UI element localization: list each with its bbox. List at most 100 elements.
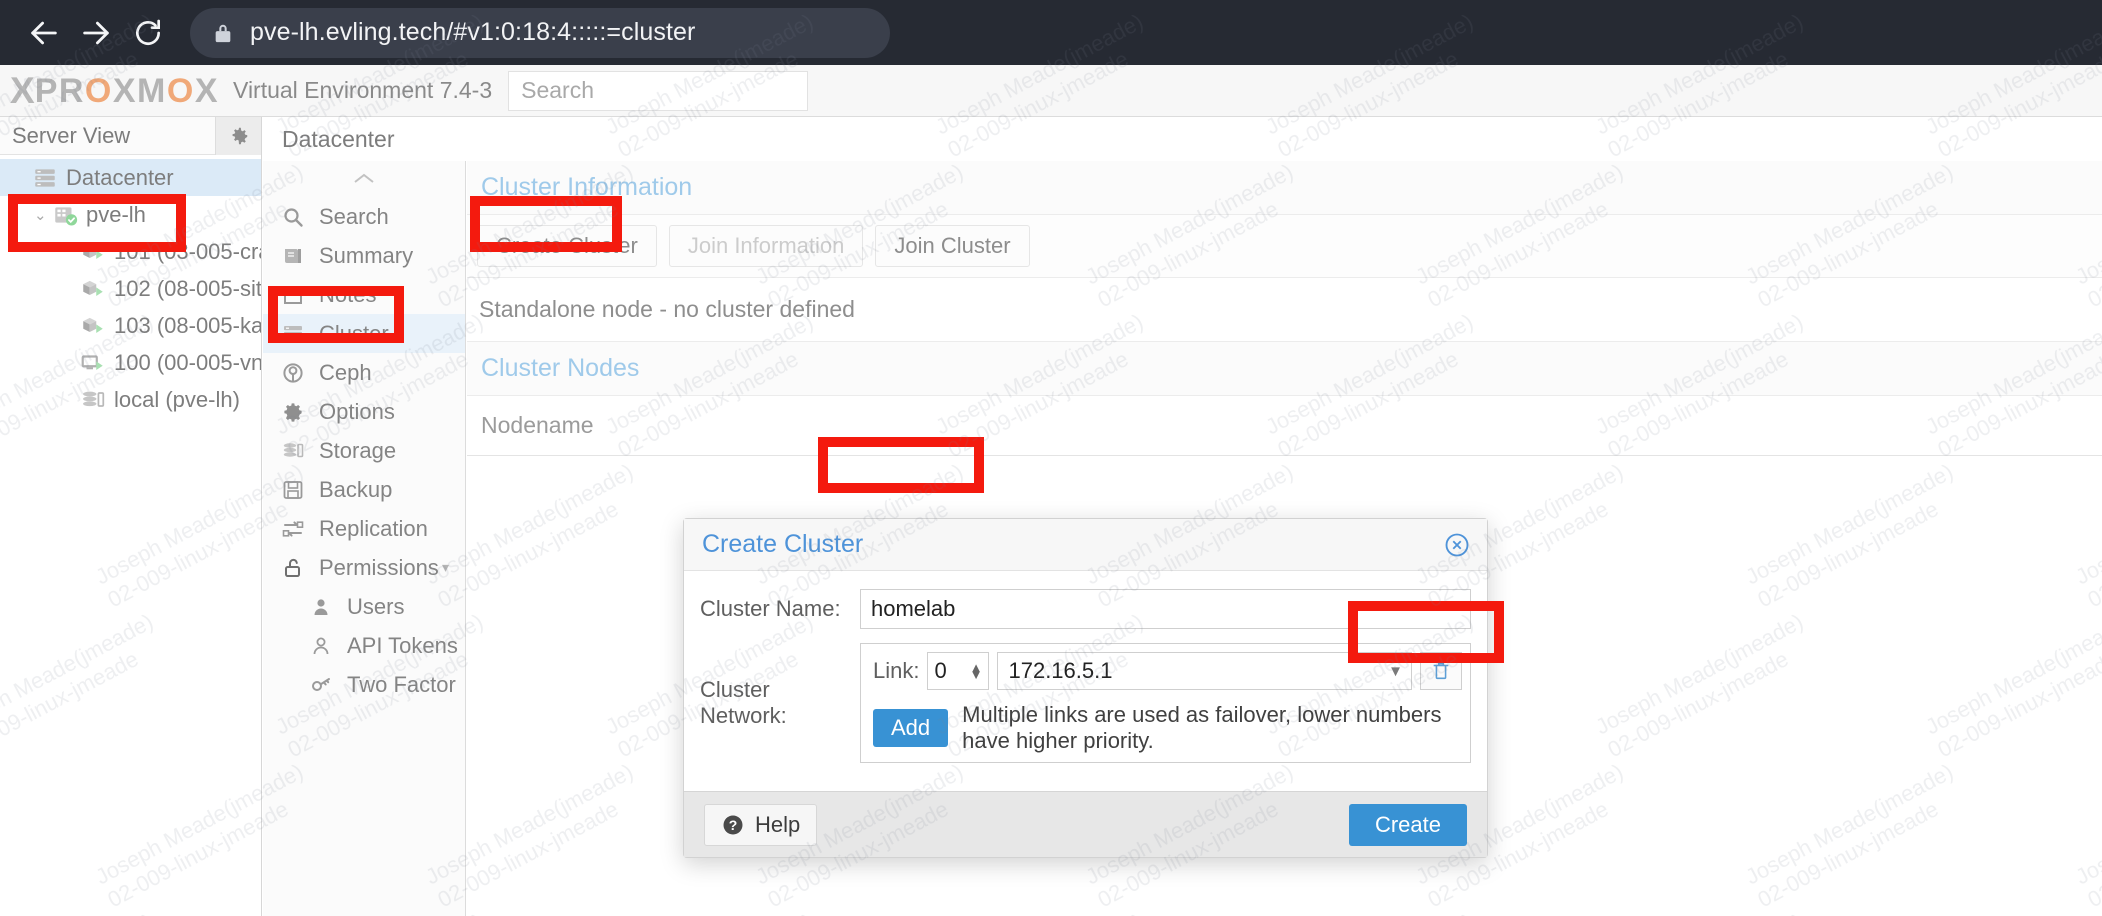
dialog-title: Create Cluster	[702, 530, 864, 558]
logo-x2: X	[194, 71, 220, 110]
nav-item-replication[interactable]: Replication	[263, 509, 465, 548]
tree-item-103-08-005-kali[interactable]: 103 (08-005-kali)	[0, 307, 261, 344]
tree-item-pve-lh[interactable]: ⌄ pve-lh	[0, 196, 261, 233]
vm-icon	[80, 350, 106, 376]
nav-item-backup[interactable]: Backup	[263, 470, 465, 509]
ceph-icon	[281, 361, 311, 385]
nav-item-label: Storage	[319, 437, 397, 463]
help-label: Help	[755, 811, 801, 837]
nav-item-label: Options	[319, 398, 395, 424]
storage-icon	[80, 387, 106, 413]
reload-button[interactable]	[122, 7, 174, 59]
address-bar[interactable]: pve-lh.evling.tech/#v1:0:18:4:::::=clust…	[190, 7, 890, 58]
reload-icon	[136, 19, 160, 45]
url-text: pve-lh.evling.tech/#v1:0:18:4:::::=clust…	[250, 18, 696, 46]
stepper-arrows-icon: ▲ ▼	[969, 660, 983, 682]
cluster-name-field[interactable]: homelab	[860, 589, 1471, 629]
logo-o2: O	[166, 71, 195, 110]
dialog-body: Cluster Name: homelab Cluster Network: L…	[684, 571, 1487, 763]
lock-icon	[212, 21, 234, 45]
gear-icon[interactable]	[215, 116, 261, 155]
nav-item-notes[interactable]: Notes	[263, 275, 465, 314]
address-value: 172.16.5.1	[1008, 658, 1113, 683]
delete-link-button[interactable]	[1420, 652, 1462, 690]
nav-item-label: Cluster	[319, 320, 389, 346]
nav-item-ceph[interactable]: Ceph	[263, 353, 465, 392]
breadcrumb: Datacenter	[262, 117, 2102, 161]
create-cluster-dialog: Create Cluster Cluster Name: homelab Clu…	[683, 518, 1488, 858]
cluster-nodes-title: Cluster Nodes	[467, 342, 2102, 396]
join-information-button[interactable]: Join Information	[668, 225, 864, 267]
dialog-header: Create Cluster	[684, 519, 1487, 571]
trash-icon	[1433, 662, 1449, 680]
chevron-down-icon: ▼	[1388, 662, 1403, 680]
nav-item-storage[interactable]: Storage	[263, 431, 465, 470]
nav-item-users[interactable]: Users	[263, 587, 465, 626]
datacenter-nav-menu: Search Summary Notes Cluster Ceph Options Stor…	[263, 161, 466, 916]
nav-item-label: Notes	[319, 281, 377, 307]
cluster-icon	[281, 322, 311, 346]
logo-pr: PR	[34, 71, 85, 110]
storage-icon	[281, 439, 311, 463]
nav-item-summary[interactable]: Summary	[263, 236, 465, 275]
tree-item-label: pve-lh	[86, 201, 146, 227]
question-circle-icon: ?	[723, 815, 743, 834]
nav-item-search[interactable]: Search	[263, 197, 465, 236]
chevron-down-icon[interactable]: ▾	[442, 559, 449, 576]
nav-item-label: Backup	[319, 476, 393, 502]
cluster-network-row: Cluster Network: Link: 0 ▲ ▼ 172.16.5.1 ▼	[700, 643, 1471, 763]
cluster-information-title: Cluster Information	[467, 161, 2102, 215]
nav-item-permissions[interactable]: Permissions ▾	[263, 548, 465, 587]
tree-header: Server View	[0, 116, 261, 155]
cluster-status-text: Standalone node - no cluster defined	[467, 278, 2102, 342]
key-icon	[309, 673, 339, 697]
tree-item-datacenter[interactable]: Datacenter	[0, 159, 261, 196]
token-user-icon	[309, 634, 339, 658]
join-cluster-button[interactable]: Join Cluster	[875, 225, 1030, 267]
nav-list: Search Summary Notes Cluster Ceph Options Stor…	[263, 197, 465, 704]
tree-item-100-00-005-vnet[interactable]: 100 (00-005-vnet)	[0, 344, 261, 381]
create-cluster-button[interactable]: Create Cluster	[477, 225, 657, 267]
nav-item-label: Replication	[319, 515, 428, 541]
nav-item-api-tokens[interactable]: API Tokens	[263, 626, 465, 665]
create-button[interactable]: Create	[1348, 803, 1467, 846]
help-button[interactable]: ? Help	[704, 803, 818, 846]
server-view-panel: Server View Datacenter ⌄ pve-lh 101 (03-005…	[0, 116, 262, 916]
tree-item-label: 103 (08-005-kali)	[114, 312, 261, 338]
cluster-toolbar: Create Cluster Join Information Join Clu…	[467, 215, 2102, 278]
failover-hint-text: Multiple links are used as failover, low…	[962, 702, 1442, 753]
link-number-stepper[interactable]: 0 ▲ ▼	[927, 652, 990, 690]
chevron-up-icon[interactable]	[263, 161, 465, 197]
add-link-button[interactable]: Add	[873, 709, 949, 747]
tree-item-local-pve-lh[interactable]: local (pve-lh)	[0, 381, 261, 418]
tree-item-label: 100 (00-005-vnet)	[114, 349, 261, 375]
tree-item-label: local (pve-lh)	[114, 386, 240, 412]
tree-item-102-08-005-sites[interactable]: 102 (08-005-sites)	[0, 270, 261, 307]
search-input[interactable]: Search	[508, 70, 809, 111]
tree-item-label: 101 (03-005-crawlal	[114, 238, 261, 264]
logo-wordmark: PROXMOX	[35, 74, 219, 108]
unlock-icon	[281, 556, 311, 580]
forward-button[interactable]	[70, 7, 122, 59]
nav-item-options[interactable]: Options	[263, 392, 465, 431]
logo-o1: O	[84, 71, 113, 110]
book-icon	[281, 244, 311, 268]
tree-item-101-03-005-crawlal[interactable]: 101 (03-005-crawlal	[0, 233, 261, 270]
back-button[interactable]	[18, 7, 70, 59]
close-circle-icon[interactable]	[1443, 531, 1471, 559]
link-row: Link: 0 ▲ ▼ 172.16.5.1 ▼	[869, 652, 1462, 690]
nav-item-cluster[interactable]: Cluster	[263, 314, 465, 353]
proxmox-logo: X PROXMOX	[0, 65, 219, 116]
svg-text:?: ?	[729, 817, 738, 833]
datacenter-icon	[32, 165, 58, 191]
add-link-row: Add Multiple links are used as failover,…	[869, 702, 1462, 754]
replication-icon	[281, 517, 311, 541]
tree-item-label: 102 (08-005-sites)	[114, 275, 261, 301]
nav-item-two-factor[interactable]: Two Factor	[263, 665, 465, 704]
search-placeholder: Search	[521, 77, 594, 103]
nav-item-label: Two Factor	[347, 671, 456, 697]
chevron-down-icon[interactable]: ⌄	[34, 206, 52, 224]
dialog-footer: ? Help Create	[684, 791, 1487, 857]
node-icon	[52, 202, 78, 228]
cluster-network-address-select[interactable]: 172.16.5.1 ▼	[997, 652, 1412, 690]
